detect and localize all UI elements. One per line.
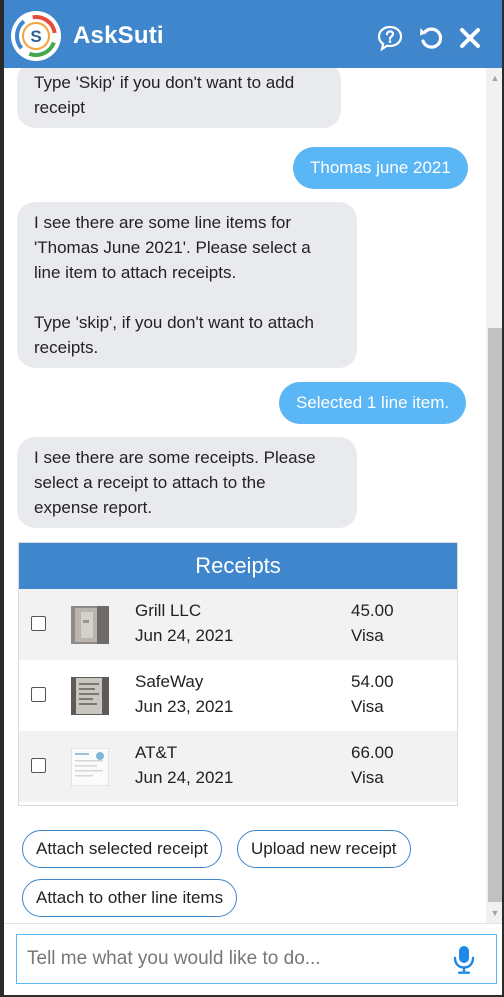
receipt-thumbnail — [71, 606, 109, 644]
receipts-card: Receipts Grill LLC Jun 24, 2021 45.00 Vi… — [18, 542, 458, 806]
receipt-amount: 45.00 — [351, 601, 394, 620]
receipt-checkbox[interactable] — [31, 616, 46, 631]
receipt-merchant: AT&T — [135, 743, 178, 762]
receipt-date: Jun 23, 2021 — [135, 697, 234, 716]
asksuti-logo: S — [11, 11, 61, 61]
attach-selected-receipt-button[interactable]: Attach selected receipt — [22, 830, 222, 868]
user-message: Selected 1 line item. — [279, 382, 467, 424]
message-list[interactable]: Type 'Skip' if you don't want to add rec… — [4, 68, 486, 923]
receipt-checkbox[interactable] — [31, 687, 46, 702]
user-message: Thomas june 2021 — [293, 147, 468, 189]
receipt-amount: 66.00 — [351, 743, 394, 762]
receipt-thumbnail — [71, 748, 109, 786]
bot-message: I see there are some receipts. Please se… — [17, 437, 357, 528]
receipt-amount: 54.00 — [351, 672, 394, 691]
reset-icon[interactable] — [417, 24, 445, 52]
receipt-merchant: Grill LLC — [135, 601, 202, 620]
logo-letter: S — [30, 27, 41, 46]
receipt-checkbox[interactable] — [31, 758, 46, 773]
message-input-box — [16, 934, 497, 984]
message-input[interactable] — [17, 935, 437, 982]
receipt-merchant: SafeWay — [135, 672, 204, 691]
receipt-payment-method: Visa — [351, 697, 384, 716]
close-icon[interactable] — [456, 24, 484, 52]
bot-message: I see there are some line items for 'Tho… — [17, 202, 357, 368]
scrollbar-thumb[interactable] — [488, 328, 502, 902]
scroll-down-arrow-icon[interactable]: ▼ — [486, 905, 502, 921]
receipt-payment-method: Visa — [351, 768, 384, 787]
receipt-thumbnail — [71, 677, 109, 715]
receipts-title: Receipts — [19, 543, 457, 589]
chat-header: S AskSuti — [4, 0, 502, 68]
receipt-date: Jun 24, 2021 — [135, 768, 234, 787]
divider — [4, 923, 502, 924]
scrollbar[interactable]: ▲ ▼ — [486, 68, 502, 923]
receipt-date: Jun 24, 2021 — [135, 626, 234, 645]
help-icon[interactable] — [376, 24, 404, 52]
chat-title: AskSuti — [73, 22, 164, 49]
receipt-row[interactable]: Grill LLC Jun 24, 2021 45.00 Visa — [19, 589, 457, 660]
receipt-row[interactable]: SafeWay Jun 23, 2021 54.00 Visa — [19, 660, 457, 731]
receipt-payment-method: Visa — [351, 626, 384, 645]
microphone-icon[interactable] — [451, 945, 477, 975]
bot-message: Type 'Skip' if you don't want to add rec… — [17, 68, 341, 128]
receipt-row[interactable]: AT&T Jun 24, 2021 66.00 Visa — [19, 731, 457, 802]
chat-window: S AskSuti Type 'Skip' if you don't want — [0, 0, 504, 997]
scroll-up-arrow-icon[interactable]: ▲ — [486, 70, 502, 86]
attach-to-other-line-items-button[interactable]: Attach to other line items — [22, 879, 238, 917]
upload-new-receipt-button[interactable]: Upload new receipt — [237, 830, 411, 868]
